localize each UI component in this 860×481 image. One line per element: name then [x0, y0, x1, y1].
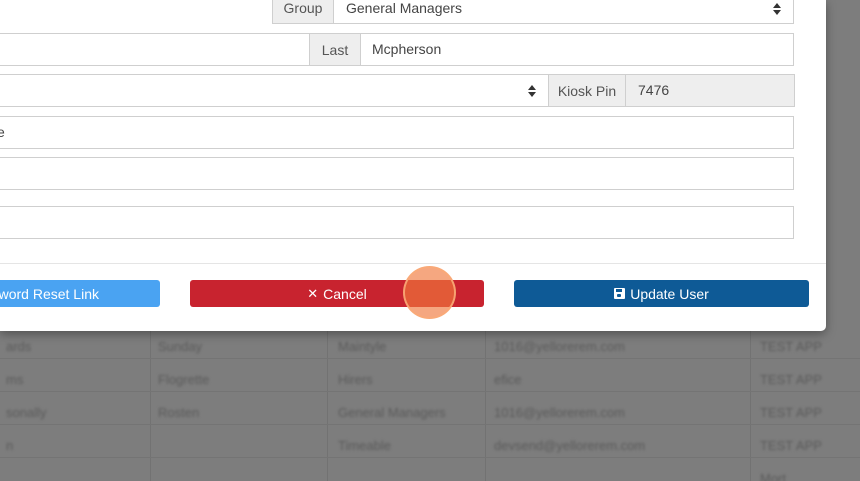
table-cell: sonally — [6, 405, 47, 420]
select-arrows-icon — [528, 83, 536, 99]
notes-field[interactable] — [0, 206, 794, 239]
table-row[interactable]: sonally Rosten General Managers 1016@yel… — [0, 399, 860, 429]
cancel-label: Cancel — [323, 285, 367, 302]
group-select[interactable]: General Managers — [333, 0, 794, 24]
table-cell: TEST APP — [760, 438, 822, 453]
phone-field[interactable] — [0, 157, 794, 190]
send-password-reset-button[interactable]: ssword Reset Link — [0, 280, 160, 307]
table-cell: 1016@yellorerem.com — [494, 339, 625, 354]
table-cell: Mort — [760, 471, 786, 481]
table-row[interactable]: n Timeable devsend@yellorerem.com TEST A… — [0, 432, 860, 462]
table-cell: ards — [6, 339, 32, 354]
kiosk-pin-label-text: Kiosk Pin — [557, 82, 617, 99]
last-label-text: Last — [321, 41, 349, 58]
select-arrows-icon — [773, 1, 781, 17]
update-user-button[interactable]: Update User — [514, 280, 809, 307]
group-select-value: General Managers — [346, 0, 462, 16]
table-cell: TEST APP — [760, 339, 822, 354]
table-cell: TEST APP — [760, 405, 822, 420]
table-cell: ms — [6, 372, 24, 387]
kiosk-pin-field[interactable]: 7476 — [625, 74, 795, 107]
modal-footer-divider — [0, 263, 826, 264]
table-cell: devsend@yellorerem.com — [494, 438, 646, 453]
table-row[interactable]: ms Flogrette Hirers efice TEST APP — [0, 366, 860, 396]
table-cell: n — [6, 438, 14, 453]
table-cell: Timeable — [338, 438, 391, 453]
table-cell: General Managers — [338, 405, 446, 420]
update-user-label: Update User — [630, 285, 709, 302]
last-name-field[interactable]: Mcpherson — [360, 33, 794, 66]
email-field[interactable]: e — [0, 116, 794, 149]
table-cell: Sunday — [158, 339, 203, 354]
group-label-text: Group — [283, 0, 323, 16]
email-field-value: e — [0, 124, 5, 140]
table-cell: Hirers — [338, 372, 373, 387]
kiosk-pin-value: 7476 — [638, 82, 670, 98]
kiosk-pin-label: Kiosk Pin — [548, 74, 626, 107]
send-password-reset-label: ssword Reset Link — [0, 285, 99, 302]
click-indicator — [403, 266, 456, 319]
last-label: Last — [309, 33, 361, 66]
table-cell: efice — [494, 372, 522, 387]
table-cell: 1016@yellorerem.com — [494, 405, 625, 420]
table-cell: Maintyle — [338, 339, 387, 354]
table-row[interactable]: ards Sunday Maintyle 1016@yellorerem.com… — [0, 333, 860, 363]
close-icon: ✕ — [307, 285, 319, 301]
group-label: Group — [272, 0, 334, 24]
last-name-value: Mcpherson — [372, 41, 442, 57]
table-cell: TEST APP — [760, 372, 822, 387]
first-name-field[interactable] — [0, 33, 310, 66]
table-cell: Rosten — [158, 405, 200, 420]
table-cell: Flogrette — [158, 372, 210, 387]
save-icon — [614, 288, 626, 299]
role-select[interactable] — [0, 74, 549, 107]
table-row[interactable]: Mort — [0, 465, 860, 481]
